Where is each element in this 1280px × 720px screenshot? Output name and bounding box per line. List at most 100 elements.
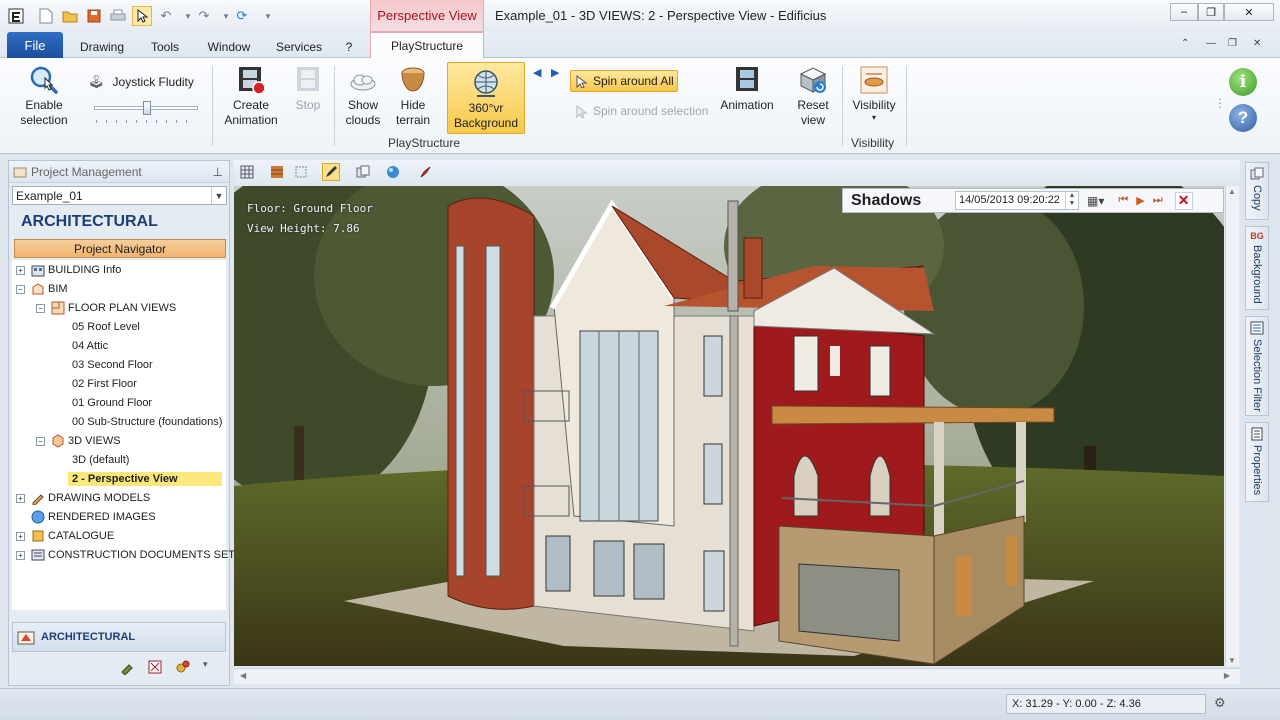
joystick-slider-thumb[interactable] — [143, 101, 151, 115]
scroll-right-icon[interactable]: ▶ — [1224, 671, 1230, 680]
frame-icon[interactable] — [292, 163, 310, 181]
ribbon-options-icon[interactable]: ⋮ — [1214, 96, 1226, 110]
maximize-button[interactable]: ❐ — [1198, 3, 1224, 21]
doc-close-icon[interactable]: ✕ — [1253, 38, 1261, 49]
expand-icon[interactable]: + — [16, 550, 25, 560]
tree-item-catalogue[interactable]: + CATALOGUE — [16, 527, 114, 545]
select-pointer-icon[interactable] — [132, 6, 152, 26]
collapse-icon[interactable]: − — [16, 284, 25, 294]
skip-forward-icon[interactable]: ⏭ — [1153, 194, 1163, 207]
shadows-datetime-input[interactable]: 14/05/2013 09:20:22 ▲ ▼ — [955, 191, 1079, 210]
next-arrow-icon[interactable]: ▶ — [551, 66, 559, 79]
side-tab-background[interactable]: BG Background — [1245, 226, 1269, 310]
architectural-module-button[interactable]: ARCHITECTURAL — [12, 622, 226, 652]
show-clouds-button[interactable]: Show clouds — [340, 64, 386, 128]
expand-icon[interactable]: + — [16, 531, 25, 541]
refresh-icon[interactable]: ⟳ — [232, 6, 252, 26]
app-icon[interactable] — [6, 6, 26, 26]
more-modules-icon[interactable]: ▾ — [203, 659, 208, 675]
tab-window[interactable]: Window — [198, 36, 260, 58]
info-icon[interactable]: i — [1229, 68, 1257, 96]
grid-snap-icon[interactable] — [238, 163, 256, 181]
animation-button[interactable]: Animation — [716, 64, 778, 113]
visibility-button[interactable]: Visibility ▾ — [848, 64, 900, 123]
collapse-icon[interactable]: − — [36, 303, 45, 313]
spin-around-all-button[interactable]: Spin around All — [570, 70, 678, 92]
doc-minimize-icon[interactable]: — — [1206, 38, 1216, 49]
tree-item-drawing-models[interactable]: + DRAWING MODELS — [16, 489, 150, 507]
tab-help[interactable]: ? — [338, 36, 360, 58]
minimize-button[interactable]: – — [1170, 3, 1198, 21]
tree-item-first-floor[interactable]: 02 First Floor — [72, 375, 137, 393]
pencil-icon[interactable] — [322, 163, 340, 181]
visibility-dropdown-icon[interactable]: ▾ — [872, 113, 876, 123]
tree-item-ground-floor[interactable]: 01 Ground Floor — [72, 394, 152, 412]
sphere-icon[interactable] — [384, 163, 402, 181]
spin-updown-icon[interactable]: ▲ ▼ — [1065, 192, 1078, 209]
tree-item-3d-default[interactable]: 3D (default) — [72, 451, 129, 469]
pin-icon[interactable]: ⊥ — [213, 165, 223, 179]
copy-icon[interactable] — [354, 163, 372, 181]
side-tab-selection-filter[interactable]: Selection Filter — [1245, 316, 1269, 416]
tree-item-roof-level[interactable]: 05 Roof Level — [72, 318, 140, 336]
tree-item-construction-documents[interactable]: + CONSTRUCTION DOCUMENTS SET — [16, 546, 235, 564]
vertical-scrollbar[interactable]: ▲ ▼ — [1225, 186, 1239, 666]
customize-qat-icon[interactable]: ▾ — [258, 6, 278, 26]
redo-icon[interactable]: ↷ — [194, 6, 214, 26]
tree-item-rendered-images[interactable]: RENDERED IMAGES — [31, 508, 156, 526]
joystick-slider-track[interactable] — [94, 101, 198, 115]
collapse-ribbon-icon[interactable]: ⌃ — [1181, 38, 1189, 49]
enable-selection-button[interactable]: Enable selection — [16, 64, 72, 128]
previous-arrow-icon[interactable]: ◀ — [533, 66, 541, 79]
stop-button[interactable]: Stop — [288, 64, 328, 113]
calendar-icon[interactable]: ▦▾ — [1087, 194, 1104, 208]
tree-item-perspective-view[interactable]: 2 - Perspective View — [68, 470, 222, 488]
tree-item-second-floor[interactable]: 03 Second Floor — [72, 356, 153, 374]
undo-icon[interactable]: ↶ — [156, 6, 176, 26]
gears-icon[interactable] — [175, 659, 191, 675]
collapse-icon[interactable]: − — [36, 436, 45, 446]
tab-file[interactable]: File — [7, 32, 63, 58]
help-icon[interactable]: ? — [1229, 104, 1257, 132]
chevron-down-icon[interactable]: ▼ — [211, 187, 226, 204]
doc-restore-icon[interactable]: ❐ — [1228, 38, 1237, 49]
side-tab-copy[interactable]: Copy — [1245, 162, 1269, 220]
scroll-up-icon[interactable]: ▲ — [1228, 187, 1236, 196]
status-settings-icon[interactable]: ⚙ — [1214, 695, 1226, 711]
save-icon[interactable] — [84, 6, 104, 26]
hide-terrain-button[interactable]: Hide terrain — [390, 64, 436, 128]
structural-icon[interactable] — [147, 659, 163, 675]
tree-item-sub-structure[interactable]: 00 Sub-Structure (foundations) — [72, 413, 222, 431]
brush-icon[interactable] — [416, 163, 434, 181]
close-window-button[interactable]: ✕ — [1224, 3, 1274, 21]
create-animation-button[interactable]: Create Animation — [220, 64, 282, 128]
side-tab-properties[interactable]: Properties — [1245, 422, 1269, 502]
new-file-icon[interactable] — [36, 6, 56, 26]
scroll-down-icon[interactable]: ▼ — [1228, 656, 1236, 665]
tab-drawing[interactable]: Drawing — [72, 36, 132, 58]
project-navigator-header[interactable]: Project Navigator — [14, 239, 226, 258]
close-shadows-icon[interactable]: ✕ — [1174, 191, 1193, 210]
3d-viewport[interactable]: Floor: Ground Floor View Height: 7.86 — [234, 186, 1224, 666]
texture-icon[interactable] — [268, 163, 286, 181]
reset-view-button[interactable]: Reset view — [788, 64, 838, 128]
tree-item-building-info[interactable]: + BUILDING Info — [16, 261, 121, 279]
tab-services[interactable]: Services — [268, 36, 330, 58]
tree-item-bim[interactable]: − BIM — [16, 280, 68, 298]
project-combo[interactable]: Example_01 ▼ — [12, 186, 227, 205]
scroll-left-icon[interactable]: ◀ — [240, 671, 246, 680]
play-icon[interactable]: ▶ — [1136, 194, 1144, 207]
trowel-icon[interactable] — [119, 659, 135, 675]
open-folder-icon[interactable] — [60, 6, 80, 26]
tab-tools[interactable]: Tools — [140, 36, 190, 58]
expand-icon[interactable]: + — [16, 493, 25, 503]
tree-item-floor-plan-views[interactable]: − FLOOR PLAN VIEWS — [36, 299, 176, 317]
skip-back-icon[interactable]: ⏮ — [1118, 194, 1128, 207]
tree-item-3d-views[interactable]: − 3D VIEWS — [36, 432, 121, 450]
expand-icon[interactable]: + — [16, 265, 25, 275]
background-360-button[interactable]: 360°vr Background — [447, 62, 525, 134]
print-icon[interactable] — [108, 6, 128, 26]
tab-playstructure[interactable]: PlayStructure — [370, 32, 484, 59]
horizontal-scrollbar[interactable]: ◀ ▶ — [234, 668, 1240, 684]
spin-around-selection-button[interactable]: Spin around selection — [575, 104, 708, 118]
